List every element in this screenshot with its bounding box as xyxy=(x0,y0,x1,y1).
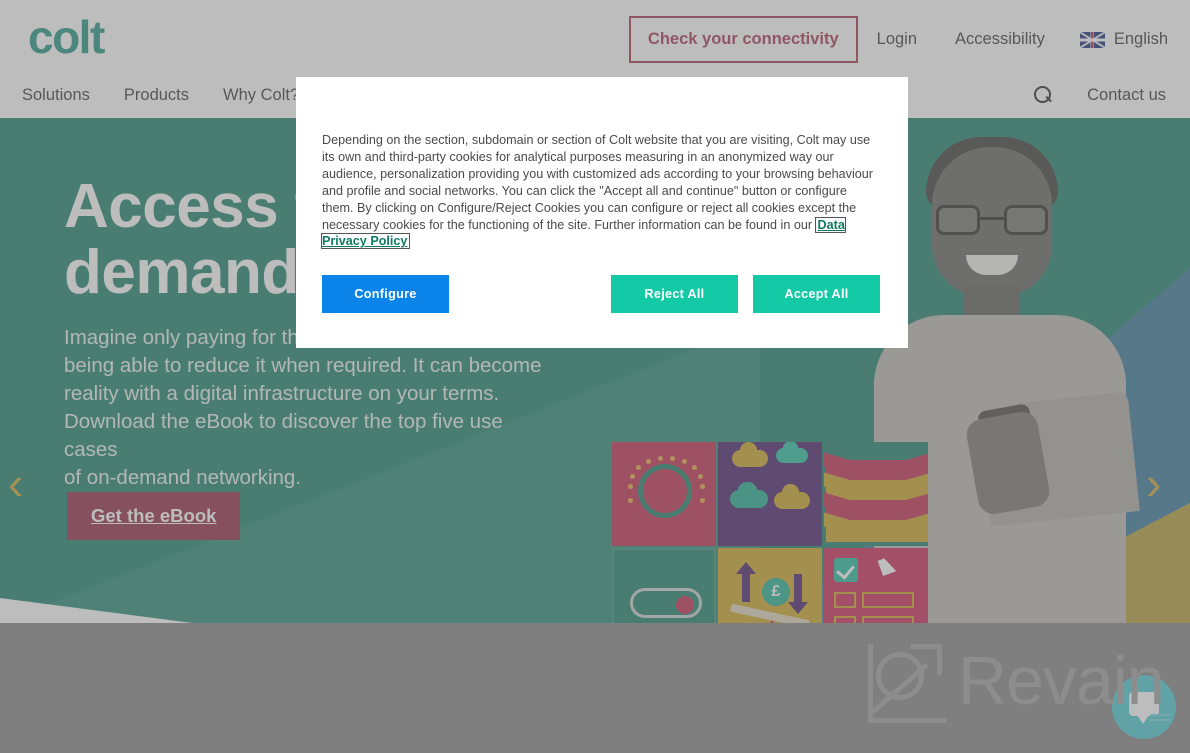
cookie-dialog-text: Depending on the section, subdomain or s… xyxy=(321,132,876,250)
reject-all-button[interactable]: Reject All xyxy=(611,275,738,313)
configure-button[interactable]: Configure xyxy=(322,275,449,313)
cookie-body-text: Depending on the section, subdomain or s… xyxy=(322,133,873,232)
cookie-consent-dialog: Depending on the section, subdomain or s… xyxy=(296,77,908,348)
page-root: colt Check your connectivity Login Acces… xyxy=(0,0,1190,753)
accept-all-button[interactable]: Accept All xyxy=(753,275,880,313)
cookie-dialog-actions: Configure Reject All Accept All xyxy=(322,275,880,313)
